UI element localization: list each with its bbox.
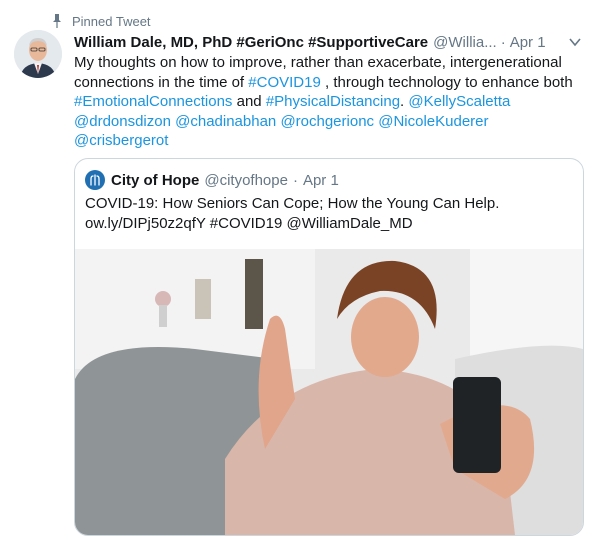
separator-dot: · — [500, 34, 506, 51]
pin-icon — [53, 14, 61, 28]
mention-crisbergerot[interactable]: @crisbergerot — [74, 132, 168, 149]
hashtag-physicaldistancing[interactable]: #PhysicalDistancing — [266, 93, 400, 110]
quoted-tweet-card[interactable]: City of Hope @cityofhope · Apr 1 COVID-1… — [74, 158, 584, 536]
avatar-image — [14, 30, 62, 78]
tweet[interactable]: William Dale, MD, PhD #GeriOnc #Supporti… — [74, 33, 586, 151]
mention-drdonsdizon[interactable]: @drdonsdizon — [74, 113, 171, 130]
hashtag-emotionalconnections[interactable]: #EmotionalConnections — [74, 93, 232, 110]
tweet-date[interactable]: Apr 1 — [510, 33, 546, 53]
chevron-down-icon[interactable] — [568, 35, 582, 49]
quoted-author-handle[interactable]: @cityofhope — [204, 172, 288, 189]
pinned-row: Pinned Tweet — [52, 13, 151, 29]
mention-kellyscaletta[interactable]: @KellyScaletta — [408, 93, 510, 110]
quoted-text-line: COVID-19: How Seniors Can Cope; How the … — [85, 195, 500, 212]
mention-rochgerionc[interactable]: @rochgerionc — [280, 113, 374, 130]
mention-nicolekuderer[interactable]: @NicoleKuderer — [378, 113, 488, 130]
tweet-text: My thoughts on how to improve, rather th… — [74, 53, 586, 151]
tweet-text-part: , through technology to enhance both — [320, 73, 573, 91]
quoted-author-name[interactable]: City of Hope — [111, 172, 199, 189]
author-name[interactable]: William Dale, MD, PhD #GeriOnc #Supporti… — [74, 33, 428, 53]
tweet-text-part: and — [232, 93, 266, 110]
author-handle[interactable]: @Willia... — [433, 33, 497, 53]
pinned-label: Pinned Tweet — [72, 13, 151, 29]
tweet-header: William Dale, MD, PhD #GeriOnc #Supporti… — [74, 33, 586, 53]
mention-chadinabhan[interactable]: @chadinabhan — [175, 113, 276, 130]
city-of-hope-logo-icon[interactable] — [85, 170, 105, 190]
quoted-photo[interactable] — [75, 249, 583, 535]
quoted-date[interactable]: Apr 1 — [303, 172, 339, 189]
quoted-tweet-header: City of Hope @cityofhope · Apr 1 — [85, 170, 339, 190]
avatar[interactable] — [14, 30, 62, 78]
quoted-text-line: ow.ly/DIPj50z2qfY #COVID19 @WilliamDale_… — [85, 215, 413, 232]
separator-dot: · — [292, 171, 298, 189]
hashtag-covid19[interactable]: #COVID19 — [248, 74, 321, 91]
quoted-tweet-text: COVID-19: How Seniors Can Cope; How the … — [85, 194, 575, 234]
